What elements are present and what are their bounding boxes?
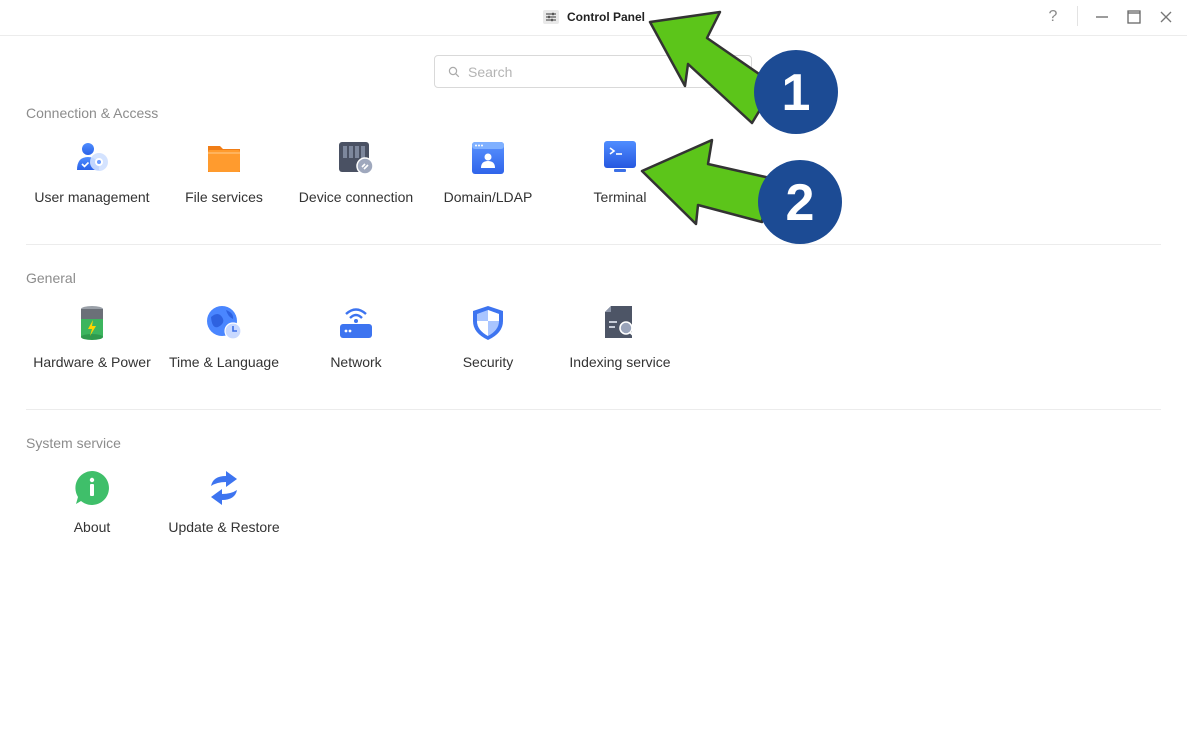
globe-clock-icon — [206, 305, 242, 341]
window-title: Control Panel — [543, 8, 645, 26]
section-title-general: General — [26, 270, 76, 286]
window-title-text: Control Panel — [567, 10, 646, 24]
search-box[interactable] — [434, 55, 752, 88]
section-title-system-service: System service — [26, 435, 121, 451]
tile-label: Domain/LDAP — [443, 189, 533, 205]
tile-terminal[interactable]: Terminal — [554, 140, 686, 220]
shield-icon — [470, 305, 506, 341]
tile-network[interactable]: Network — [290, 305, 422, 385]
annotation-number: 1 — [782, 64, 811, 122]
maximize-button[interactable] — [1123, 6, 1145, 28]
tile-device-connection[interactable]: Device connection — [290, 140, 422, 220]
help-icon: ? — [1048, 8, 1058, 25]
section-divider — [26, 409, 1161, 410]
annotation-badge-1: 1 — [754, 50, 838, 134]
section-divider — [26, 244, 1161, 245]
tile-time-language[interactable]: Time & Language — [158, 305, 290, 385]
tile-about[interactable]: About — [26, 470, 158, 550]
tile-label: About — [73, 519, 111, 535]
tile-domain-ldap[interactable]: Domain/LDAP — [422, 140, 554, 220]
tile-label: Update & Restore — [168, 519, 280, 535]
terminal-icon — [602, 140, 638, 176]
user-management-icon — [74, 140, 110, 176]
maximize-icon — [1127, 10, 1141, 24]
search-input[interactable] — [468, 63, 718, 80]
tile-file-services[interactable]: File services — [158, 140, 290, 220]
router-wifi-icon — [338, 305, 374, 341]
sliders-icon — [543, 10, 559, 24]
minimize-button[interactable] — [1091, 6, 1113, 28]
battery-icon — [74, 305, 110, 341]
tile-label: Network — [330, 354, 382, 370]
sync-arrows-icon — [206, 470, 242, 506]
tile-label: Security — [462, 354, 514, 370]
indexing-search-icon — [602, 305, 638, 341]
section-title-connection-access: Connection & Access — [26, 105, 159, 121]
device-connection-icon — [338, 140, 374, 176]
tile-label: Indexing service — [569, 354, 671, 370]
title-bar: Control Panel ? — [0, 0, 1187, 36]
domain-ldap-icon — [470, 140, 506, 176]
info-icon — [74, 470, 110, 506]
tile-label: File services — [185, 189, 263, 205]
tile-indexing-service[interactable]: Indexing service — [554, 305, 686, 385]
search-icon — [448, 66, 460, 77]
close-button[interactable] — [1155, 6, 1177, 28]
tile-label: Terminal — [593, 189, 647, 205]
title-bar-separator — [1077, 6, 1078, 26]
tile-user-management[interactable]: User management — [26, 140, 158, 220]
tile-label: Device connection — [298, 189, 414, 205]
minimize-icon — [1096, 16, 1108, 18]
help-button[interactable]: ? — [1042, 6, 1064, 28]
tile-label: Time & Language — [169, 354, 279, 370]
annotation-number: 2 — [786, 174, 815, 232]
annotation-badge-2: 2 — [758, 160, 842, 244]
tile-update-restore[interactable]: Update & Restore — [158, 470, 290, 550]
folder-icon — [206, 140, 242, 176]
tile-hardware-power[interactable]: Hardware & Power — [26, 305, 158, 385]
tile-label: Hardware & Power — [33, 354, 151, 370]
tile-label: User management — [34, 189, 150, 205]
tile-security[interactable]: Security — [422, 305, 554, 385]
close-icon — [1160, 11, 1172, 23]
